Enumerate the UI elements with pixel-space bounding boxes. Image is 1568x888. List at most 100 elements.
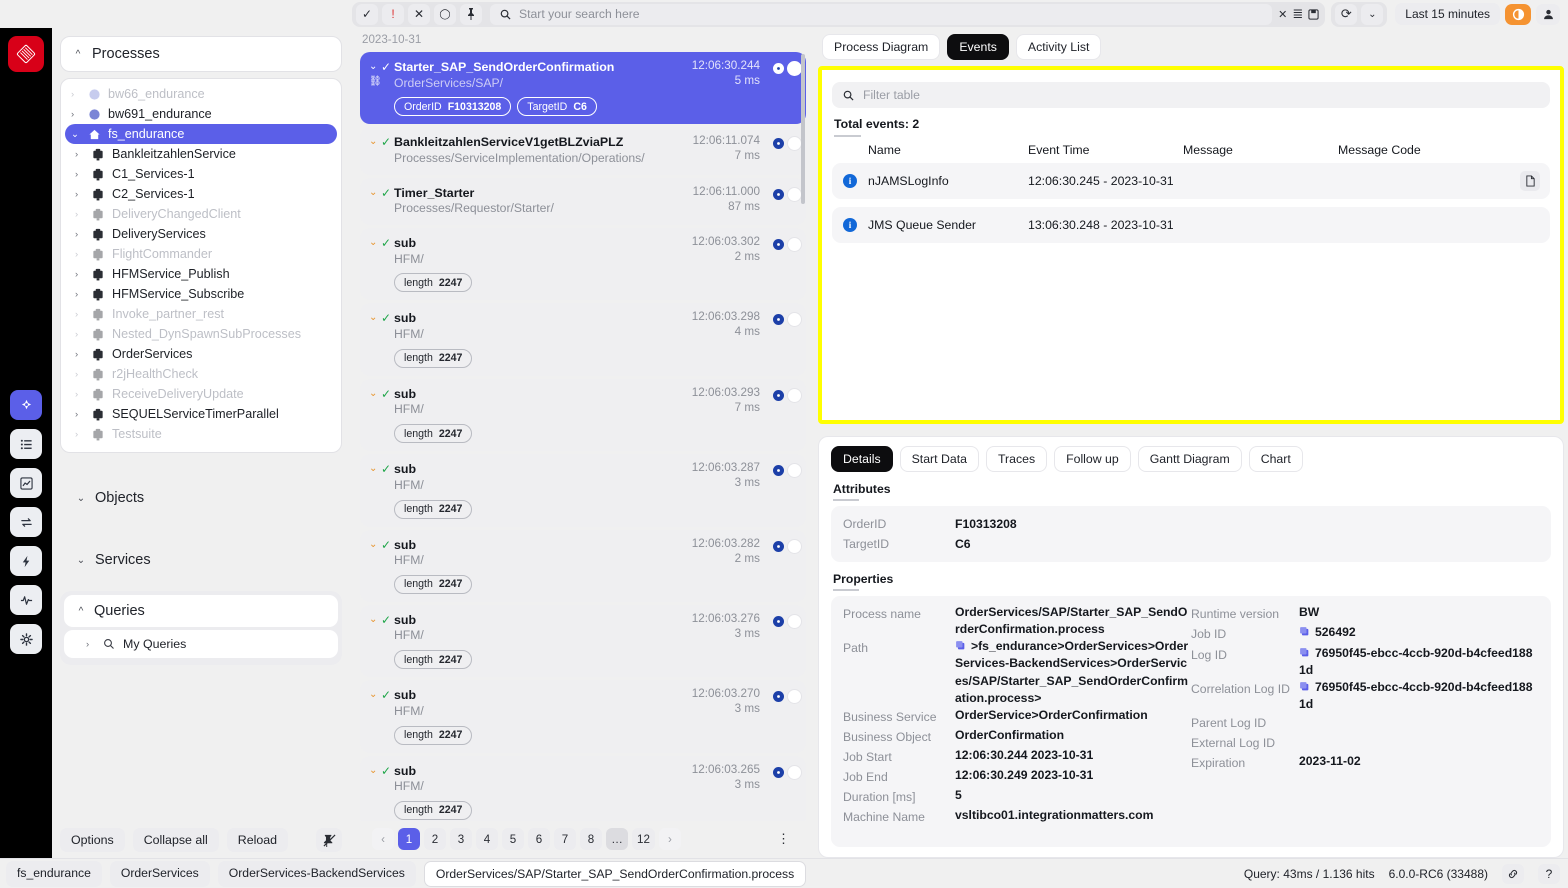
gear-icon[interactable] xyxy=(773,138,784,150)
sidebar-tree-item-hfmservice-publish[interactable]: › HFMService_Publish xyxy=(65,264,337,284)
chevron-right-icon[interactable]: › xyxy=(71,89,80,100)
njams-logo[interactable] xyxy=(8,36,44,72)
sidebar-tree-item-receivedeliveryupdate[interactable]: › ReceiveDeliveryUpdate xyxy=(65,384,337,404)
chevron-right-icon[interactable]: › xyxy=(71,109,80,120)
sidebar-tree-item-sequelservicetimerparallel[interactable]: › SEQUELServiceTimerParallel xyxy=(65,404,337,424)
gear-icon[interactable] xyxy=(773,389,784,401)
pagination-more-icon[interactable]: ⋮ xyxy=(777,831,790,847)
sidebar-tree-item-testsuite[interactable]: › Testsuite xyxy=(65,424,337,444)
expand-chevron-icon[interactable]: ⌄ xyxy=(369,689,377,700)
queries-header[interactable]: ^ Queries xyxy=(64,595,338,627)
pagination-page-7[interactable]: 7 xyxy=(554,828,576,850)
pagination-page-4[interactable]: 4 xyxy=(476,828,498,850)
chevron-right-icon[interactable]: › xyxy=(75,409,84,420)
chevron-right-icon[interactable]: › xyxy=(75,429,84,440)
job-list-row[interactable]: ⌄ ✓ sub HFM/length 2247 12:06:03.270 3 ms xyxy=(360,680,806,753)
detail-tab-gantt-diagram[interactable]: Gantt Diagram xyxy=(1137,446,1242,472)
expand-chevron-icon[interactable]: ⌄ xyxy=(369,765,377,776)
rail-item-list[interactable] xyxy=(10,429,42,459)
document-icon[interactable] xyxy=(1520,171,1540,191)
gear-icon[interactable] xyxy=(773,766,784,778)
pagination-prev[interactable]: ‹ xyxy=(372,828,394,850)
gear-icon[interactable] xyxy=(773,188,784,200)
sidebar-tree-item-c1-services-1[interactable]: › C1_Services-1 xyxy=(65,164,337,184)
rail-item-metrics[interactable] xyxy=(10,468,42,498)
sidebar-section-objects[interactable]: ⌄ Objects xyxy=(60,481,342,515)
job-list-row[interactable]: ⌄ ✓ sub HFM/length 2247 12:06:03.298 4 ms xyxy=(360,303,806,376)
job-list-row[interactable]: ⌄ ✓ sub HFM/length 2247 12:06:03.276 3 ms xyxy=(360,604,806,678)
rail-item-events[interactable] xyxy=(10,546,42,576)
pagination-page-12[interactable]: 12 xyxy=(632,828,655,850)
gear-icon[interactable] xyxy=(773,691,784,703)
options-button[interactable]: Options xyxy=(60,828,125,852)
job-list-scrollbar[interactable] xyxy=(801,54,805,204)
pagination-next[interactable]: › xyxy=(658,828,681,850)
select-circle-icon[interactable] xyxy=(787,312,802,328)
global-search-input[interactable]: Start your search here xyxy=(490,3,1273,25)
pagination-ellipsis[interactable]: … xyxy=(606,828,628,850)
sidebar-tree-item-flightcommander[interactable]: › FlightCommander xyxy=(65,244,337,264)
chevron-right-icon[interactable]: › xyxy=(75,149,84,160)
breadcrumb-item[interactable]: OrderServices/SAP/Starter_SAP_SendOrderC… xyxy=(423,860,807,887)
tab-activity-list[interactable]: Activity List xyxy=(1015,34,1102,60)
select-circle-icon[interactable] xyxy=(787,463,802,479)
chevron-right-icon[interactable]: › xyxy=(75,229,84,240)
select-circle-icon[interactable] xyxy=(787,136,802,152)
search-list-icon[interactable]: ≣ xyxy=(1292,6,1303,22)
tab-process-diagram[interactable]: Process Diagram xyxy=(822,34,941,60)
job-list-row[interactable]: ⌄ ✓ sub HFM/length 2247 12:06:03.287 3 ms xyxy=(360,454,806,527)
breadcrumb-item[interactable]: OrderServices-BackendServices xyxy=(217,860,416,887)
detail-tab-traces[interactable]: Traces xyxy=(985,446,1048,472)
sidebar-tree-item-deliveryservices[interactable]: › DeliveryServices xyxy=(65,224,337,244)
sidebar-tree-item-c2-services-1[interactable]: › C2_Services-1 xyxy=(65,184,337,204)
help-icon[interactable]: ? xyxy=(1538,863,1560,884)
gear-icon[interactable] xyxy=(773,314,784,326)
sidebar-tree-item-bankleitzahlenservice[interactable]: › BankleitzahlenService xyxy=(65,144,337,164)
expand-chevron-icon[interactable]: ⌄ xyxy=(369,614,377,625)
select-circle-icon[interactable] xyxy=(787,387,802,403)
events-column-header[interactable]: Name xyxy=(868,143,1028,157)
chevron-right-icon[interactable]: › xyxy=(75,389,84,400)
chevron-down-icon[interactable]: ⌄ xyxy=(71,129,80,140)
events-column-header[interactable]: Message xyxy=(1183,143,1338,157)
chevron-up-icon[interactable]: ^ xyxy=(73,49,83,60)
pagination-page-3[interactable]: 3 xyxy=(450,828,472,850)
gear-icon[interactable] xyxy=(773,465,784,477)
events-table-row[interactable]: i JMS Queue Sender 13:06:30.248 - 2023-10-… xyxy=(832,207,1550,243)
select-circle-icon[interactable] xyxy=(787,186,802,202)
filter-success-icon[interactable]: ✓ xyxy=(356,3,378,25)
filter-pin-icon[interactable] xyxy=(460,3,482,25)
rail-item-overview[interactable] xyxy=(10,390,42,420)
tab-events[interactable]: Events xyxy=(947,34,1009,60)
pagination-page-2[interactable]: 2 xyxy=(424,828,446,850)
collapse-all-button[interactable]: Collapse all xyxy=(132,828,219,852)
sidebar-item-my-queries[interactable]: › My Queries xyxy=(64,630,338,658)
chevron-right-icon[interactable]: › xyxy=(75,369,84,380)
pagination-page-1[interactable]: 1 xyxy=(398,828,420,850)
processes-header-card[interactable]: ^ Processes xyxy=(60,36,342,72)
expand-chevron-icon[interactable]: ⌄ xyxy=(369,187,377,198)
events-table-row[interactable]: i nJAMSLogInfo 12:06:30.245 - 2023-10-31 xyxy=(832,163,1550,199)
copy-icon[interactable] xyxy=(955,640,966,651)
link-icon[interactable] xyxy=(1502,863,1524,884)
sidebar-tree-item-orderservices[interactable]: › OrderServices xyxy=(65,344,337,364)
unpin-icon[interactable] xyxy=(316,828,342,852)
expand-chevron-icon[interactable]: ⌄ xyxy=(369,463,377,474)
user-icon[interactable] xyxy=(1536,3,1560,25)
time-range-selector[interactable]: Last 15 minutes xyxy=(1395,3,1500,25)
sidebar-tree-item-hfmservice-subscribe[interactable]: › HFMService_Subscribe xyxy=(65,284,337,304)
filter-error-icon[interactable]: ✕ xyxy=(408,3,430,25)
sidebar-section-services[interactable]: ⌄ Services xyxy=(60,543,342,577)
chevron-right-icon[interactable]: › xyxy=(75,309,84,320)
job-list-row[interactable]: ⌄ ✓ sub HFM/length 2247 12:06:03.265 3 ms xyxy=(360,755,806,821)
gear-icon[interactable] xyxy=(773,615,784,627)
chevron-down-icon[interactable]: ⌄ xyxy=(76,555,86,566)
reload-button[interactable]: Reload xyxy=(226,828,289,852)
rail-item-settings[interactable] xyxy=(10,624,42,654)
chevron-right-icon[interactable]: › xyxy=(75,289,84,300)
copy-icon[interactable] xyxy=(1299,647,1310,658)
sidebar-tree-item-bw66-endurance[interactable]: › bw66_endurance xyxy=(65,84,337,104)
job-list-row[interactable]: ⌄ ✓ sub HFM/length 2247 12:06:03.282 2 ms xyxy=(360,529,806,602)
pagination-page-6[interactable]: 6 xyxy=(528,828,550,850)
rail-item-exchange[interactable] xyxy=(10,507,42,537)
